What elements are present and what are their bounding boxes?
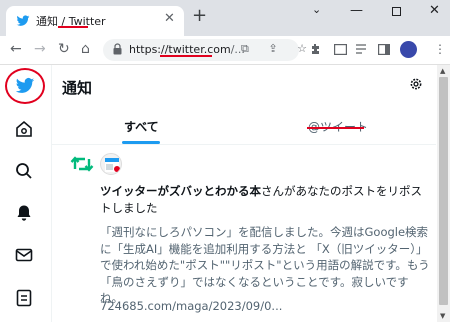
maximize-button[interactable] [392, 7, 401, 16]
browser-toolbar: ← → ↻ ⌂ https://twitter.com/... ⧉ ⇪ ☆ ⋮ [0, 36, 450, 64]
browser-tab[interactable]: 通知 / Twitter ✕ [6, 6, 184, 36]
side-panel-icon[interactable] [378, 44, 390, 55]
twitter-logo-icon[interactable] [14, 76, 36, 96]
omnibox-action-icons[interactable]: ⧉ ⇪ ☆ [241, 42, 315, 56]
mail-icon[interactable] [15, 246, 33, 264]
book-cover-icon [105, 158, 120, 172]
tab-search-icon[interactable]: ⌄ [312, 3, 321, 16]
lock-icon [113, 43, 122, 55]
address-bar[interactable]: https://twitter.com/... ⧉ ⇪ ☆ [103, 39, 307, 61]
scroll-thumb[interactable] [439, 77, 448, 305]
scroll-down-icon[interactable]: ▼ [440, 312, 445, 320]
account-name[interactable]: ツイッターがズバッとわかる本 [100, 184, 261, 198]
post-body: 「週刊なにしろパソコン」を配信しました。今週はGoogle検索に「生成AI」機能… [100, 225, 430, 305]
tab-all[interactable]: すべて [124, 118, 159, 135]
active-tab-indicator [122, 141, 160, 144]
close-window-button[interactable]: ✕ [429, 3, 440, 18]
home-icon[interactable] [15, 120, 33, 138]
page-title: 通知 [62, 79, 93, 97]
minimize-button[interactable]: — [350, 3, 363, 18]
cast-icon[interactable] [334, 44, 347, 55]
retweet-icon [70, 156, 94, 172]
avatar[interactable] [100, 153, 122, 175]
search-icon[interactable] [15, 162, 33, 180]
extensions-icon[interactable] [310, 43, 322, 55]
scrollbar[interactable]: ▲ ▼ [437, 65, 450, 322]
back-icon[interactable]: ← [10, 42, 22, 56]
main-column: 通知 すべて @ツイート [52, 65, 436, 322]
post-link[interactable]: 724685.com/maga/2023/09/0... [100, 299, 282, 313]
twitter-sidebar [0, 65, 52, 322]
annotation-underline [58, 26, 88, 28]
bell-icon[interactable] [15, 204, 33, 222]
twitter-page: 通知 すべて @ツイート [0, 64, 450, 322]
scroll-up-icon[interactable]: ▲ [440, 67, 445, 75]
twitter-bird-icon [16, 15, 30, 26]
forward-icon[interactable]: → [34, 42, 46, 56]
browser-menu-icon[interactable]: ⋮ [434, 42, 446, 56]
notification-tabs: すべて @ツイート [52, 111, 436, 145]
reading-list-icon[interactable] [356, 44, 369, 55]
gear-icon[interactable] [409, 77, 423, 91]
new-tab-button[interactable]: + [192, 7, 207, 25]
list-icon[interactable] [15, 289, 33, 307]
notification-text: ツイッターがズバッとわかる本さんがあなたのポストをリポストしました [100, 183, 430, 217]
annotation-underline [307, 127, 364, 129]
profile-avatar[interactable] [400, 41, 417, 58]
home-icon[interactable]: ⌂ [81, 42, 90, 56]
tab-close-icon[interactable]: ✕ [164, 11, 175, 26]
notification-item[interactable]: ツイッターがズバッとわかる本さんがあなたのポストをリポストしました 「週刊なにし… [52, 145, 436, 322]
reload-icon[interactable]: ↻ [58, 42, 70, 56]
annotation-underline [160, 55, 212, 57]
tab-strip: 通知 / Twitter ✕ + ⌄ — ✕ [0, 0, 450, 36]
